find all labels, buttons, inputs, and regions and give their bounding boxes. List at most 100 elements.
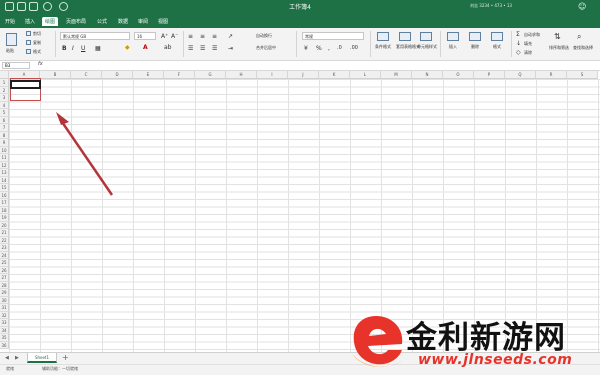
row-header[interactable]: 35 (0, 334, 9, 342)
tab-insert[interactable]: 插入 (25, 18, 35, 25)
percent-icon[interactable]: % (316, 45, 322, 52)
row-header[interactable]: 1 (0, 79, 9, 87)
row-header[interactable]: 17 (0, 199, 9, 207)
phonetic-icon[interactable]: ab (164, 44, 172, 51)
number-format-select[interactable]: 常规 (302, 32, 364, 40)
copy-button[interactable]: 复制 (33, 40, 41, 46)
find-select-icon[interactable]: ⌕ (577, 32, 581, 42)
clear-button[interactable]: 清除 (524, 50, 532, 56)
column-header[interactable]: O (443, 71, 474, 79)
conditional-format-icon[interactable] (377, 32, 389, 41)
underline-icon[interactable]: U (81, 45, 85, 52)
insert-cells-button[interactable]: 插入 (449, 44, 457, 50)
insert-cells-icon[interactable] (447, 32, 459, 41)
row-header[interactable]: 28 (0, 281, 9, 289)
row-header[interactable]: 26 (0, 266, 9, 274)
wrap-text-button[interactable]: 自动换行 (256, 33, 272, 39)
row-header[interactable]: 7 (0, 124, 9, 132)
row-header[interactable]: 16 (0, 191, 9, 199)
column-header[interactable]: F (164, 71, 195, 79)
next-sheet-icon[interactable]: ▶ (15, 355, 19, 361)
tab-formulas[interactable]: 公式 (97, 18, 107, 25)
column-header[interactable]: B (40, 71, 71, 79)
row-header[interactable]: 11 (0, 154, 9, 162)
row-header[interactable]: 10 (0, 146, 9, 154)
font-size-select[interactable]: 16 (134, 32, 156, 40)
clear-icon[interactable]: ◇ (516, 49, 521, 56)
row-header[interactable]: 12 (0, 161, 9, 169)
tab-view[interactable]: 视图 (158, 18, 168, 25)
paste-label[interactable]: 粘贴 (6, 48, 14, 54)
row-header[interactable]: 4 (0, 101, 9, 109)
sort-filter-button[interactable]: 排序和筛选 (549, 45, 569, 51)
row-header[interactable]: 34 (0, 326, 9, 334)
row-header[interactable]: 31 (0, 304, 9, 312)
row-header[interactable]: 27 (0, 274, 9, 282)
merge-center-button[interactable]: 合并后居中 (256, 45, 276, 51)
tab-data[interactable]: 数据 (118, 18, 128, 25)
row-header[interactable]: 5 (0, 109, 9, 117)
row-header[interactable]: 24 (0, 251, 9, 259)
decrease-decimal-icon[interactable]: .00 (350, 45, 358, 51)
row-header[interactable]: 18 (0, 206, 9, 214)
row-header[interactable]: 30 (0, 296, 9, 304)
italic-icon[interactable]: I (72, 45, 74, 52)
column-header[interactable]: Q (505, 71, 536, 79)
format-painter-icon[interactable] (26, 49, 31, 54)
fill-color-icon[interactable]: ◆ (125, 44, 130, 51)
tab-page-layout[interactable]: 页面布局 (66, 18, 86, 25)
copy-icon[interactable] (26, 40, 31, 45)
accessibility-status[interactable]: 辅助功能：一切就绪 (42, 366, 78, 372)
sort-filter-icon[interactable]: ⇅ (554, 32, 561, 41)
font-shrink-icon[interactable]: A⁻ (171, 33, 178, 40)
paste-icon[interactable] (6, 33, 17, 46)
tab-review[interactable]: 审阅 (138, 18, 148, 25)
currency-icon[interactable]: ¥ (304, 45, 308, 52)
fx-icon[interactable]: fx (38, 61, 43, 67)
align-center-icon[interactable]: ☰ (200, 45, 205, 52)
align-top-icon[interactable]: ≡ (188, 33, 193, 40)
column-header[interactable]: L (350, 71, 381, 79)
row-header[interactable]: 20 (0, 221, 9, 229)
column-header[interactable]: G (195, 71, 226, 79)
row-header[interactable]: 32 (0, 311, 9, 319)
column-header[interactable]: I (257, 71, 288, 79)
cell-styles-icon[interactable] (420, 32, 432, 41)
row-header[interactable]: 36 (0, 341, 9, 349)
column-header[interactable]: D (102, 71, 133, 79)
row-header[interactable]: 15 (0, 184, 9, 192)
align-right-icon[interactable]: ☰ (212, 45, 217, 52)
column-header[interactable]: C (71, 71, 102, 79)
delete-cells-icon[interactable] (469, 32, 481, 41)
prev-sheet-icon[interactable]: ◀ (5, 355, 9, 361)
autosum-button[interactable]: 自动求和 (524, 32, 540, 38)
row-header[interactable]: 6 (0, 116, 9, 124)
column-header[interactable]: K (319, 71, 350, 79)
orientation-icon[interactable]: ↗ (228, 33, 233, 40)
column-header[interactable]: S (567, 71, 598, 79)
cut-icon[interactable] (26, 31, 31, 36)
autosum-icon[interactable]: Σ (516, 31, 520, 38)
row-header[interactable]: 13 (0, 169, 9, 177)
font-grow-icon[interactable]: A⁺ (161, 33, 168, 40)
active-cell[interactable] (10, 80, 41, 89)
tab-home[interactable]: 开始 (5, 18, 15, 25)
align-left-icon[interactable]: ☰ (188, 45, 193, 52)
comma-icon[interactable]: , (328, 45, 330, 52)
column-header[interactable]: R (536, 71, 567, 79)
conditional-format-button[interactable]: 条件格式 (375, 44, 391, 50)
align-bottom-icon[interactable]: ≡ (212, 33, 217, 40)
fill-icon[interactable]: ↓ (516, 40, 521, 47)
tab-draw[interactable]: 绘图 (42, 17, 59, 26)
row-header[interactable]: 14 (0, 176, 9, 184)
indent-icon[interactable]: ⇥ (228, 45, 233, 52)
row-header[interactable]: 23 (0, 244, 9, 252)
sheet-tab[interactable]: Sheet1 (27, 353, 57, 363)
format-painter-button[interactable]: 格式 (33, 49, 41, 55)
format-as-table-icon[interactable] (399, 32, 411, 41)
row-header[interactable]: 3 (0, 94, 9, 102)
borders-icon[interactable]: ▦ (95, 45, 101, 52)
row-header[interactable]: 8 (0, 131, 9, 139)
name-box[interactable]: B3 (2, 62, 30, 69)
font-color-icon[interactable]: A (143, 44, 148, 51)
